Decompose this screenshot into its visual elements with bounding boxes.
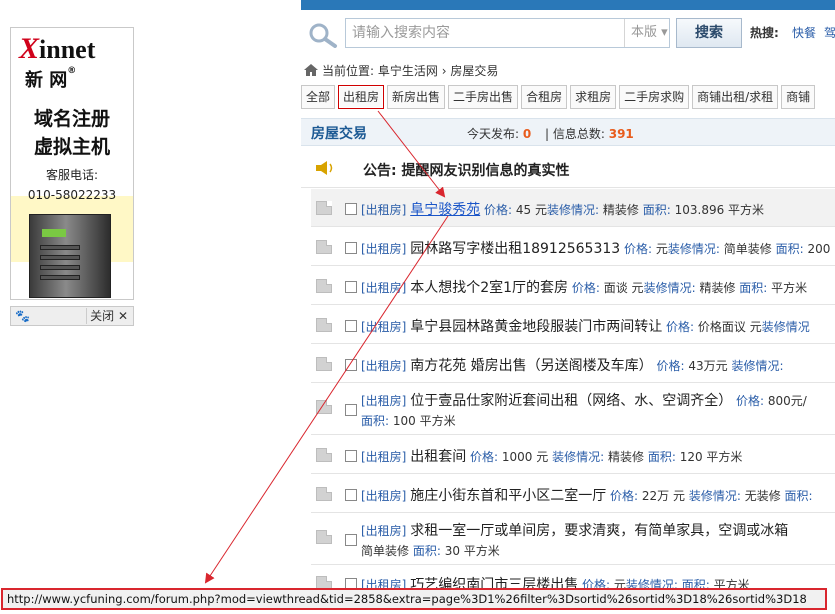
thread-icon bbox=[316, 357, 332, 371]
listing-tag[interactable]: [出租房] bbox=[361, 203, 406, 217]
search-scope-select[interactable]: 本版 ▾ bbox=[624, 19, 670, 47]
list-item[interactable]: [出租房] 南方花苑 婚房出售（另送阁楼及车库） 价格: 43万元 装修情况: bbox=[311, 345, 835, 383]
thread-icon bbox=[316, 279, 332, 293]
listing-tag[interactable]: [出租房] bbox=[361, 242, 406, 256]
listing-title[interactable]: 出租套间 bbox=[410, 449, 466, 465]
listing-title[interactable]: 阜宁县园林路黄金地段服装门市两间转让 bbox=[410, 319, 662, 335]
ad-line-hosting: 虚拟主机 bbox=[33, 136, 110, 158]
top-nav-bar[interactable] bbox=[301, 0, 835, 10]
search-box bbox=[345, 18, 670, 48]
select-checkbox[interactable] bbox=[345, 489, 357, 501]
listing-title[interactable]: 园林路写字楼出租18912565313 bbox=[410, 241, 620, 257]
category-tabs: 全部 出租房 新房出售 二手房出售 合租房 求租房 二手房求购 商铺出租/求租 商铺 bbox=[301, 85, 818, 110]
ad-line-domain: 域名注册 bbox=[33, 108, 110, 130]
notice-text: 公告: 提醒网友识别信息的真实性 bbox=[363, 163, 570, 179]
speaker-icon bbox=[316, 161, 333, 175]
thread-icon bbox=[316, 400, 332, 414]
listing-title[interactable]: 位于壹品仕家附近套间出租（网络、水、空调齐全） bbox=[410, 393, 732, 409]
list-item[interactable]: [出租房] 位于壹品仕家附近套间出租（网络、水、空调齐全） 价格: 800元/ … bbox=[311, 384, 835, 435]
listing-title[interactable]: 本人想找个2室1厅的套房 bbox=[410, 280, 568, 296]
search-button[interactable]: 搜索 bbox=[676, 18, 742, 48]
select-checkbox[interactable] bbox=[345, 203, 357, 215]
listing-tag[interactable]: [出租房] bbox=[361, 524, 406, 538]
listing-tag[interactable]: [出租房] bbox=[361, 359, 406, 373]
home-icon[interactable] bbox=[304, 64, 318, 76]
breadcrumb: 当前位置: 阜宁生活网 › 房屋交易 bbox=[304, 62, 498, 78]
breadcrumb-site-link[interactable]: 阜宁生活网 bbox=[378, 64, 438, 78]
status-url: http://www.ycfuning.com/forum.php?mod=vi… bbox=[7, 592, 807, 606]
list-item[interactable]: [出租房] 阜宁县园林路黄金地段服装门市两间转让 价格: 价格面议 元装修情况 bbox=[311, 306, 835, 344]
listing-tag[interactable]: [出租房] bbox=[361, 281, 406, 295]
select-checkbox[interactable] bbox=[345, 281, 357, 293]
thread-icon bbox=[316, 448, 332, 462]
listing-tag[interactable]: [出租房] bbox=[361, 320, 406, 334]
list-item[interactable]: [出租房] 巧艺编织南门市三层楼出售 价格: 元装修情况: 面积: 平方米 bbox=[311, 566, 835, 590]
server-image bbox=[29, 214, 111, 298]
thread-icon bbox=[316, 201, 332, 215]
tab-all[interactable]: 全部 bbox=[301, 85, 336, 109]
ad-close-button[interactable]: 关闭 ✕ bbox=[86, 308, 131, 324]
select-checkbox[interactable] bbox=[345, 359, 357, 371]
tab-second-hand-sale[interactable]: 二手房出售 bbox=[448, 85, 519, 109]
list-item[interactable]: [出租房] 阜宁骏秀苑 价格: 45 元装修情况: 精装修 面积: 103.89… bbox=[311, 189, 835, 227]
list-item[interactable]: [出租房] 出租套间 价格: 1000 元 装修情况: 精装修 面积: 120 … bbox=[311, 436, 835, 474]
listing-title[interactable]: 求租一室一厅或单间房，要求清爽，有简单家具，空调或冰箱 bbox=[410, 523, 788, 539]
select-checkbox[interactable] bbox=[345, 450, 357, 462]
thread-icon bbox=[316, 487, 332, 501]
listing-title[interactable]: 施庄小街东首和平小区二室一厅 bbox=[410, 488, 606, 504]
today-count: 今天发布: 0 bbox=[467, 127, 532, 141]
browser-status-bar: http://www.ycfuning.com/forum.php?mod=vi… bbox=[1, 588, 827, 610]
list-item[interactable]: [出租房] 园林路写字楼出租18912565313 价格: 元装修情况: 简单装… bbox=[311, 228, 835, 266]
search-icon bbox=[309, 23, 337, 48]
xinnet-ad[interactable]: Xinnet 新 网® 域名注册 虚拟主机 客服电话: 010-58022233 bbox=[10, 27, 134, 300]
hot-search-label: 热搜: bbox=[750, 26, 779, 40]
list-item[interactable]: [出租房] 求租一室一厅或单间房，要求清爽，有简单家具，空调或冰箱 简单装修 面… bbox=[311, 514, 835, 565]
notice-row[interactable]: 公告: 提醒网友识别信息的真实性 bbox=[301, 150, 835, 188]
ad-tel: 010-58022233 bbox=[27, 188, 117, 202]
listing-title[interactable]: 南方花苑 婚房出售（另送阁楼及车库） bbox=[410, 358, 652, 374]
breadcrumb-prefix: 当前位置: bbox=[322, 64, 375, 78]
ad-tel-label: 客服电话: bbox=[45, 168, 99, 182]
breadcrumb-current: 房屋交易 bbox=[450, 64, 499, 78]
thread-icon bbox=[316, 240, 332, 254]
paw-icon: 🐾 bbox=[15, 309, 30, 323]
select-checkbox[interactable] bbox=[345, 534, 357, 546]
xinnet-brand-cn: 新 网® bbox=[25, 66, 77, 91]
listing-tag[interactable]: [出租房] bbox=[361, 450, 406, 464]
list-item[interactable]: [出租房] 施庄小街东首和平小区二室一厅 价格: 22万 元 装修情况: 无装修… bbox=[311, 475, 835, 513]
hot-search-link[interactable]: 驾 bbox=[824, 24, 835, 41]
select-checkbox[interactable] bbox=[345, 404, 357, 416]
select-checkbox[interactable] bbox=[345, 242, 357, 254]
list-item[interactable]: [出租房] 本人想找个2室1厅的套房 价格: 面谈 元装修情况: 精装修 面积:… bbox=[311, 267, 835, 305]
tab-shop[interactable]: 商铺 bbox=[781, 85, 816, 109]
xinnet-logo: Xinnet bbox=[19, 32, 96, 65]
section-header: 房屋交易 今天发布: 0 | 信息总数: 391 bbox=[301, 118, 835, 146]
thread-icon bbox=[316, 530, 332, 544]
tab-second-hand-buy[interactable]: 二手房求购 bbox=[619, 85, 690, 109]
tab-shared-rent[interactable]: 合租房 bbox=[521, 85, 568, 109]
listing-tag[interactable]: [出租房] bbox=[361, 489, 406, 503]
select-checkbox[interactable] bbox=[345, 320, 357, 332]
section-title[interactable]: 房屋交易 bbox=[311, 123, 367, 143]
search-input[interactable] bbox=[352, 24, 622, 42]
listing-tag[interactable]: [出租房] bbox=[361, 394, 406, 408]
tab-shop-rent[interactable]: 商铺出租/求租 bbox=[692, 85, 779, 109]
listing-title[interactable]: 阜宁骏秀苑 bbox=[410, 202, 480, 218]
thread-icon bbox=[316, 318, 332, 332]
hot-search-link[interactable]: 快餐 bbox=[792, 24, 816, 41]
tab-new-house[interactable]: 新房出售 bbox=[387, 85, 446, 109]
total-count: | 信息总数: 391 bbox=[545, 127, 634, 141]
ad-toolbar: 🐾 关闭 ✕ bbox=[10, 306, 134, 326]
tab-seek-rent[interactable]: 求租房 bbox=[570, 85, 617, 109]
breadcrumb-separator: › bbox=[441, 64, 447, 78]
tab-rent[interactable]: 出租房 bbox=[338, 85, 385, 109]
